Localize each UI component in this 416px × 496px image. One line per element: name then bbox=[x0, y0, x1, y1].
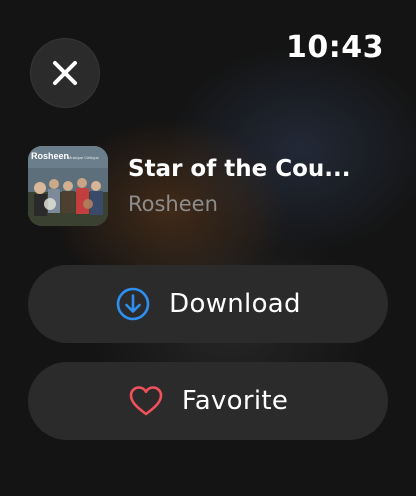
download-label: Download bbox=[169, 289, 301, 319]
download-circle-icon bbox=[115, 286, 151, 322]
artwork-subtitle: Musique Celtique bbox=[68, 155, 100, 160]
favorite-button[interactable]: Favorite bbox=[28, 362, 388, 440]
now-playing-track: Rosheen Musique Celtique Star of the Cou… bbox=[28, 144, 388, 226]
track-title: Star of the Cou... bbox=[128, 156, 351, 182]
heart-outline-icon bbox=[128, 383, 164, 419]
artwork-band-name: Rosheen bbox=[31, 151, 69, 161]
album-artwork: Rosheen Musique Celtique bbox=[28, 146, 108, 226]
close-icon bbox=[53, 61, 77, 85]
close-button[interactable] bbox=[30, 38, 100, 108]
download-button[interactable]: Download bbox=[28, 265, 388, 343]
favorite-label: Favorite bbox=[181, 386, 289, 416]
track-artist: Rosheen bbox=[128, 192, 218, 216]
status-time: 10:43 bbox=[286, 30, 384, 65]
